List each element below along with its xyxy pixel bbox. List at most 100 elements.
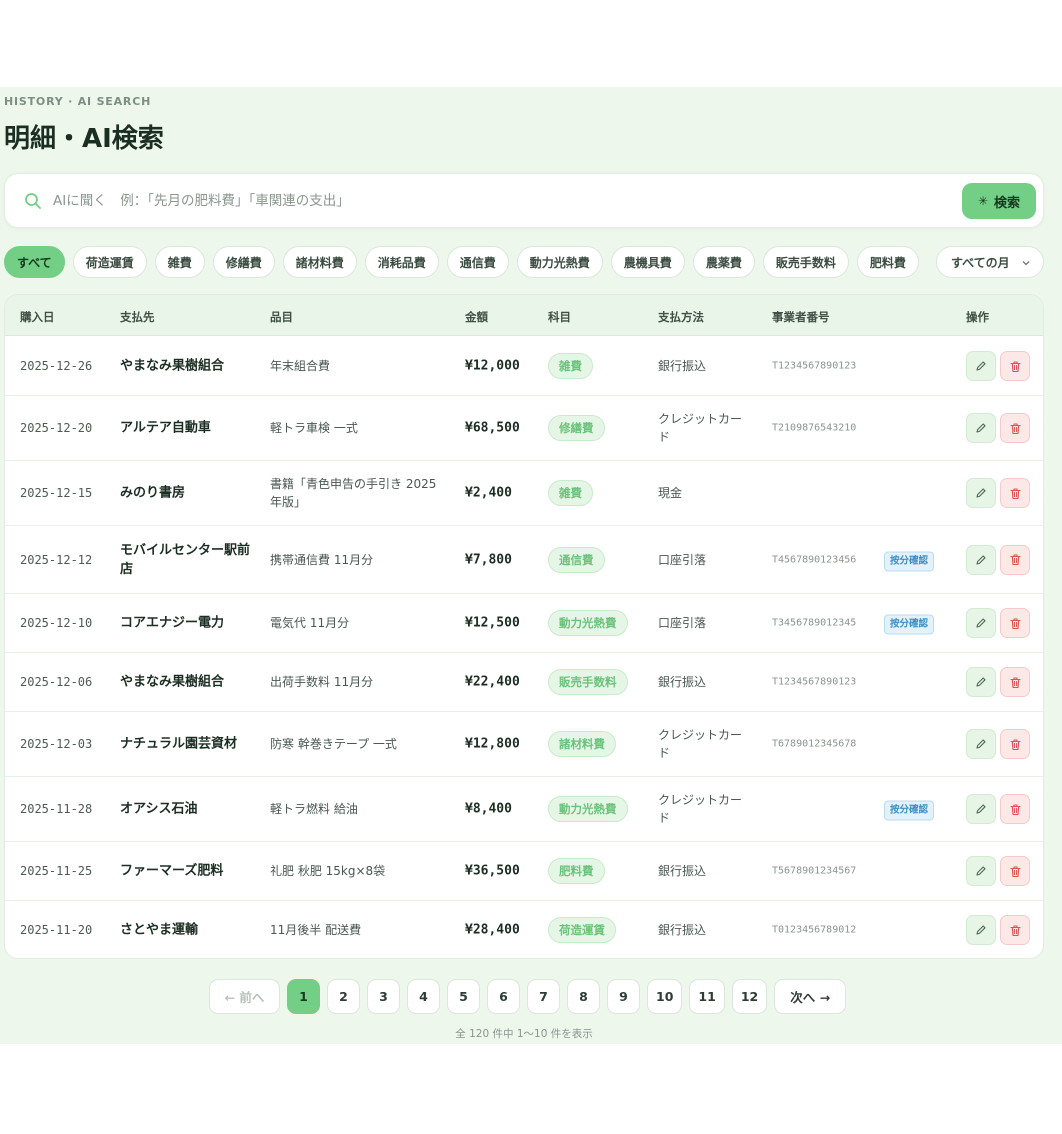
cell-registration: T4567890123456	[772, 554, 857, 565]
edit-button[interactable]	[966, 856, 996, 886]
edit-button[interactable]	[966, 351, 996, 381]
cell-item: 11月後半 配送費	[270, 923, 362, 937]
filter-chip[interactable]: 農機具費	[610, 246, 685, 278]
table-row: 2025-12-12 モバイルセンター駅前店 携帯通信費 11月分 ¥7,800 通信費…	[5, 526, 1043, 594]
header-category: 科目	[548, 310, 571, 324]
page-number-button[interactable]: 5	[447, 979, 480, 1014]
filter-chip[interactable]: 荷造運賃	[72, 246, 147, 278]
cell-category: 通信費	[548, 546, 605, 573]
row-actions	[966, 667, 1030, 697]
chevron-down-icon	[1022, 261, 1030, 266]
delete-button[interactable]	[1000, 856, 1030, 886]
cell-payee: やまなみ果樹組合	[120, 358, 225, 374]
page-eyebrow: HISTORY · AI SEARCH	[4, 95, 152, 108]
cell-payee: ファーマーズ肥料	[120, 863, 224, 879]
delete-button[interactable]	[1000, 608, 1030, 638]
page-number-button[interactable]: 12	[731, 979, 768, 1014]
delete-button[interactable]	[1000, 729, 1030, 759]
row-actions	[966, 478, 1030, 508]
month-select[interactable]: すべての月	[936, 246, 1044, 278]
trash-icon	[1009, 487, 1021, 499]
header-actions: 操作	[966, 310, 989, 324]
page-number-button[interactable]: 4	[407, 979, 440, 1014]
cell-date: 2025-11-20	[20, 923, 93, 937]
category-badge: 肥料費	[548, 858, 605, 884]
page-summary: 全 120 件中 1〜10 件を表示	[455, 1028, 593, 1040]
page-number-button[interactable]: 9	[607, 979, 640, 1014]
cell-registration: T6789012345678	[772, 738, 857, 750]
pencil-icon	[976, 804, 986, 814]
page-number-button[interactable]: 3	[367, 979, 400, 1014]
filter-chip[interactable]: 修繕費	[212, 246, 275, 278]
cell-method: 銀行振込	[658, 359, 707, 373]
cell-item: 出荷手数料 11月分	[270, 675, 374, 689]
category-filter-chips: すべて 荷造運賃 雑費 修繕費 諸材料費 消耗品費 通信費 動力光熱費 農機具費 農薬費 販売手数料…	[4, 246, 919, 278]
delete-button[interactable]	[1000, 413, 1030, 443]
delete-button[interactable]	[1000, 544, 1030, 575]
pencil-icon	[976, 488, 986, 498]
pencil-icon	[976, 423, 986, 433]
edit-button[interactable]	[966, 608, 996, 638]
page-number-button[interactable]: 11	[689, 979, 725, 1014]
next-page-button[interactable]: 次へ →	[774, 979, 847, 1014]
cell-method: 銀行振込	[658, 864, 707, 878]
delete-button[interactable]	[1000, 915, 1030, 945]
prev-page-button[interactable]: ← 前へ	[209, 979, 280, 1014]
edit-button[interactable]	[966, 413, 996, 443]
allocation-check-badge: 按分確認	[884, 614, 935, 635]
cell-payee: ナチュラル園芸資材	[120, 736, 238, 752]
cell-flag: 按分確認	[884, 798, 935, 821]
month-select-value: すべての月	[951, 255, 1010, 270]
cell-date: 2025-12-20	[20, 421, 93, 435]
trash-icon	[1009, 617, 1021, 629]
cell-item: 電気代 11月分	[270, 616, 350, 630]
filter-chip[interactable]: 農薬費	[692, 246, 755, 278]
filter-chip[interactable]: 通信費	[446, 246, 509, 278]
filter-chip[interactable]: 動力光熱費	[516, 246, 603, 278]
page-number-button[interactable]: 7	[527, 979, 560, 1014]
filter-chip[interactable]: 雑費	[154, 246, 205, 278]
filter-chip[interactable]: 消耗品費	[364, 246, 439, 278]
edit-button[interactable]	[966, 544, 996, 575]
page-number-button[interactable]: 1	[287, 979, 320, 1014]
edit-button[interactable]	[966, 729, 996, 759]
cell-category: 動力光熱費	[548, 796, 628, 822]
cell-item: 携帯通信費 11月分	[270, 552, 374, 567]
row-actions	[966, 729, 1030, 759]
trash-icon	[1009, 554, 1021, 566]
filter-chip[interactable]: 諸材料費	[282, 246, 357, 278]
cell-method: クレジットカード	[658, 412, 743, 444]
category-badge: 動力光熱費	[548, 796, 628, 822]
search-button[interactable]: ✳ 検索	[962, 183, 1036, 219]
row-actions	[966, 413, 1030, 443]
delete-button[interactable]	[1000, 667, 1030, 697]
page-number-button[interactable]: 8	[567, 979, 600, 1014]
cell-item: 軽トラ車検 一式	[270, 421, 358, 435]
table-row: 2025-12-03 ナチュラル園芸資材 防寒 幹巻きテープ 一式 ¥12,800 諸材…	[5, 712, 1043, 777]
edit-button[interactable]	[966, 667, 996, 697]
cell-date: 2025-12-15	[20, 486, 93, 500]
cell-payee: コアエナジー電力	[120, 615, 225, 631]
edit-button[interactable]	[966, 915, 996, 945]
table-header: 購入日 支払先 品目 金額 科目 支払方法 事業者番号 操作	[5, 295, 1043, 336]
page-number-button[interactable]: 2	[327, 979, 360, 1014]
search-input[interactable]	[53, 188, 933, 214]
cell-method: クレジットカード	[658, 793, 743, 825]
trash-icon	[1009, 803, 1021, 815]
delete-button[interactable]	[1000, 351, 1030, 381]
cell-category: 雑費	[548, 480, 593, 506]
delete-button[interactable]	[1000, 478, 1030, 508]
page-number-button[interactable]: 6	[487, 979, 520, 1014]
allocation-check-badge: 按分確認	[884, 551, 935, 571]
delete-button[interactable]	[1000, 794, 1030, 824]
filter-chip[interactable]: 販売手数料	[762, 246, 849, 278]
filter-chip[interactable]: すべて	[4, 246, 65, 278]
page-number-button[interactable]: 10	[647, 979, 683, 1014]
cell-payee: アルテア自動車	[120, 420, 211, 436]
row-actions	[966, 544, 1030, 575]
cell-item: 礼肥 秋肥 15kg×8袋	[270, 864, 386, 878]
header-payee: 支払先	[120, 310, 155, 324]
edit-button[interactable]	[966, 478, 996, 508]
filter-chip[interactable]: 肥料費	[856, 246, 919, 278]
edit-button[interactable]	[966, 794, 996, 824]
